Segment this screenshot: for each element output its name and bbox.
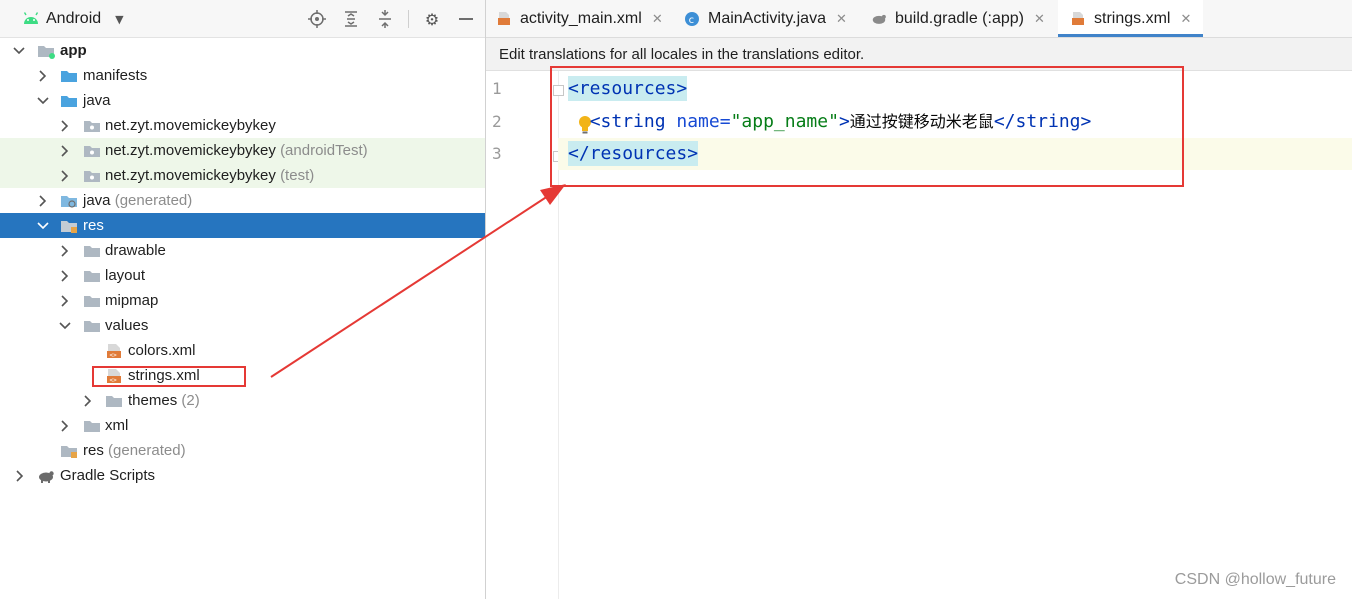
generated-folder-icon	[61, 195, 77, 208]
tree-item-mipmap[interactable]: mipmap	[0, 288, 485, 313]
chevron-right-icon[interactable]	[58, 244, 72, 258]
tree-item-package-androidtest[interactable]: net.zyt.movemickeybykey (androidTest)	[0, 138, 485, 163]
gradle-icon	[39, 470, 54, 483]
package-icon	[84, 145, 100, 157]
package-icon	[84, 120, 100, 132]
chevron-down-icon[interactable]	[58, 319, 72, 333]
folder-icon	[61, 70, 77, 82]
editor-tab-bar: activity_main.xml ✕ c MainActivity.java …	[486, 0, 1352, 38]
line-number: 3	[492, 144, 502, 163]
resource-folder-icon	[61, 445, 77, 458]
android-icon	[23, 12, 39, 24]
chevron-down-icon[interactable]	[36, 94, 50, 108]
tab-activity-main-xml[interactable]: activity_main.xml ✕	[496, 0, 663, 37]
notice-text: Edit translations for all locales in the…	[499, 45, 865, 63]
chevron-right-icon[interactable]	[58, 144, 72, 158]
svg-text:c: c	[689, 14, 695, 25]
java-class-icon: c	[684, 11, 700, 27]
folder-icon	[84, 270, 100, 282]
gear-icon[interactable]: ⚙	[421, 9, 443, 29]
chevron-right-icon[interactable]	[58, 419, 72, 433]
xml-file-icon	[496, 11, 512, 27]
tree-item-gradle-scripts[interactable]: Gradle Scripts	[0, 463, 485, 488]
tab-mainactivity-java[interactable]: c MainActivity.java ✕	[684, 0, 847, 37]
tree-item-manifests[interactable]: manifests	[0, 63, 485, 88]
tree-item-res[interactable]: res	[0, 213, 485, 238]
tree-item-values[interactable]: values	[0, 313, 485, 338]
toolbar-divider	[408, 10, 409, 28]
gradle-icon	[871, 11, 887, 27]
project-toolbar: Android ▼ ⚙	[0, 0, 485, 38]
close-icon[interactable]: ✕	[1034, 11, 1045, 27]
locate-icon[interactable]	[306, 9, 328, 29]
tree-item-package[interactable]: net.zyt.movemickeybykey	[0, 113, 485, 138]
chevron-right-icon[interactable]	[13, 469, 27, 483]
collapse-all-icon[interactable]	[374, 9, 396, 29]
tree-item-themes[interactable]: themes (2)	[0, 388, 485, 413]
tree-item-java-generated[interactable]: java (generated)	[0, 188, 485, 213]
minimize-icon[interactable]	[455, 9, 477, 29]
tree-item-package-test[interactable]: net.zyt.movemickeybykey (test)	[0, 163, 485, 188]
source-folder-icon	[61, 95, 77, 107]
tree-item-drawable[interactable]: drawable	[0, 238, 485, 263]
svg-text:<>: <>	[110, 352, 118, 359]
tree-item-java[interactable]: java	[0, 88, 485, 113]
xml-file-icon	[1070, 11, 1086, 27]
package-icon	[84, 170, 100, 182]
tree-item-layout[interactable]: layout	[0, 263, 485, 288]
expand-all-icon[interactable]	[340, 9, 362, 29]
highlight-box-strings-xml	[92, 366, 246, 387]
project-panel: Android ▼ ⚙ app manifests java net.zyt.m…	[0, 0, 486, 599]
chevron-right-icon[interactable]	[81, 394, 95, 408]
watermark: CSDN @hollow_future	[1174, 571, 1336, 588]
folder-icon	[84, 320, 100, 332]
view-selector[interactable]: Android ▼	[22, 8, 124, 30]
tree-item-app[interactable]: app	[0, 38, 485, 63]
folder-icon	[106, 395, 122, 407]
tree-item-xml[interactable]: xml	[0, 413, 485, 438]
highlight-box-code	[550, 66, 1184, 187]
close-icon[interactable]: ✕	[652, 11, 663, 27]
chevron-down-icon[interactable]	[36, 219, 50, 233]
line-number: 2	[492, 112, 502, 131]
view-name: Android	[46, 10, 102, 27]
folder-icon	[84, 295, 100, 307]
tab-strings-xml[interactable]: strings.xml ✕	[1058, 0, 1204, 37]
tab-build-gradle[interactable]: build.gradle (:app) ✕	[871, 0, 1045, 37]
resource-folder-icon	[61, 220, 77, 233]
chevron-down-icon[interactable]	[12, 44, 26, 58]
chevron-right-icon[interactable]	[58, 269, 72, 283]
close-icon[interactable]: ✕	[836, 11, 847, 27]
chevron-right-icon[interactable]	[36, 194, 50, 208]
line-number: 1	[492, 79, 502, 98]
module-folder-icon	[38, 45, 55, 59]
xml-file-icon: <>	[107, 343, 121, 359]
close-icon[interactable]: ✕	[1180, 11, 1191, 27]
chevron-right-icon[interactable]	[58, 169, 72, 183]
chevron-right-icon[interactable]	[58, 119, 72, 133]
chevron-down-icon: ▼	[115, 12, 124, 26]
chevron-right-icon[interactable]	[58, 294, 72, 308]
tree-item-colors-xml[interactable]: <> colors.xml	[0, 338, 485, 363]
chevron-right-icon[interactable]	[36, 69, 50, 83]
folder-icon	[84, 420, 100, 432]
tree-item-res-generated[interactable]: res (generated)	[0, 438, 485, 463]
line-gutter: 1 2 3	[486, 71, 564, 599]
folder-icon	[84, 245, 100, 257]
